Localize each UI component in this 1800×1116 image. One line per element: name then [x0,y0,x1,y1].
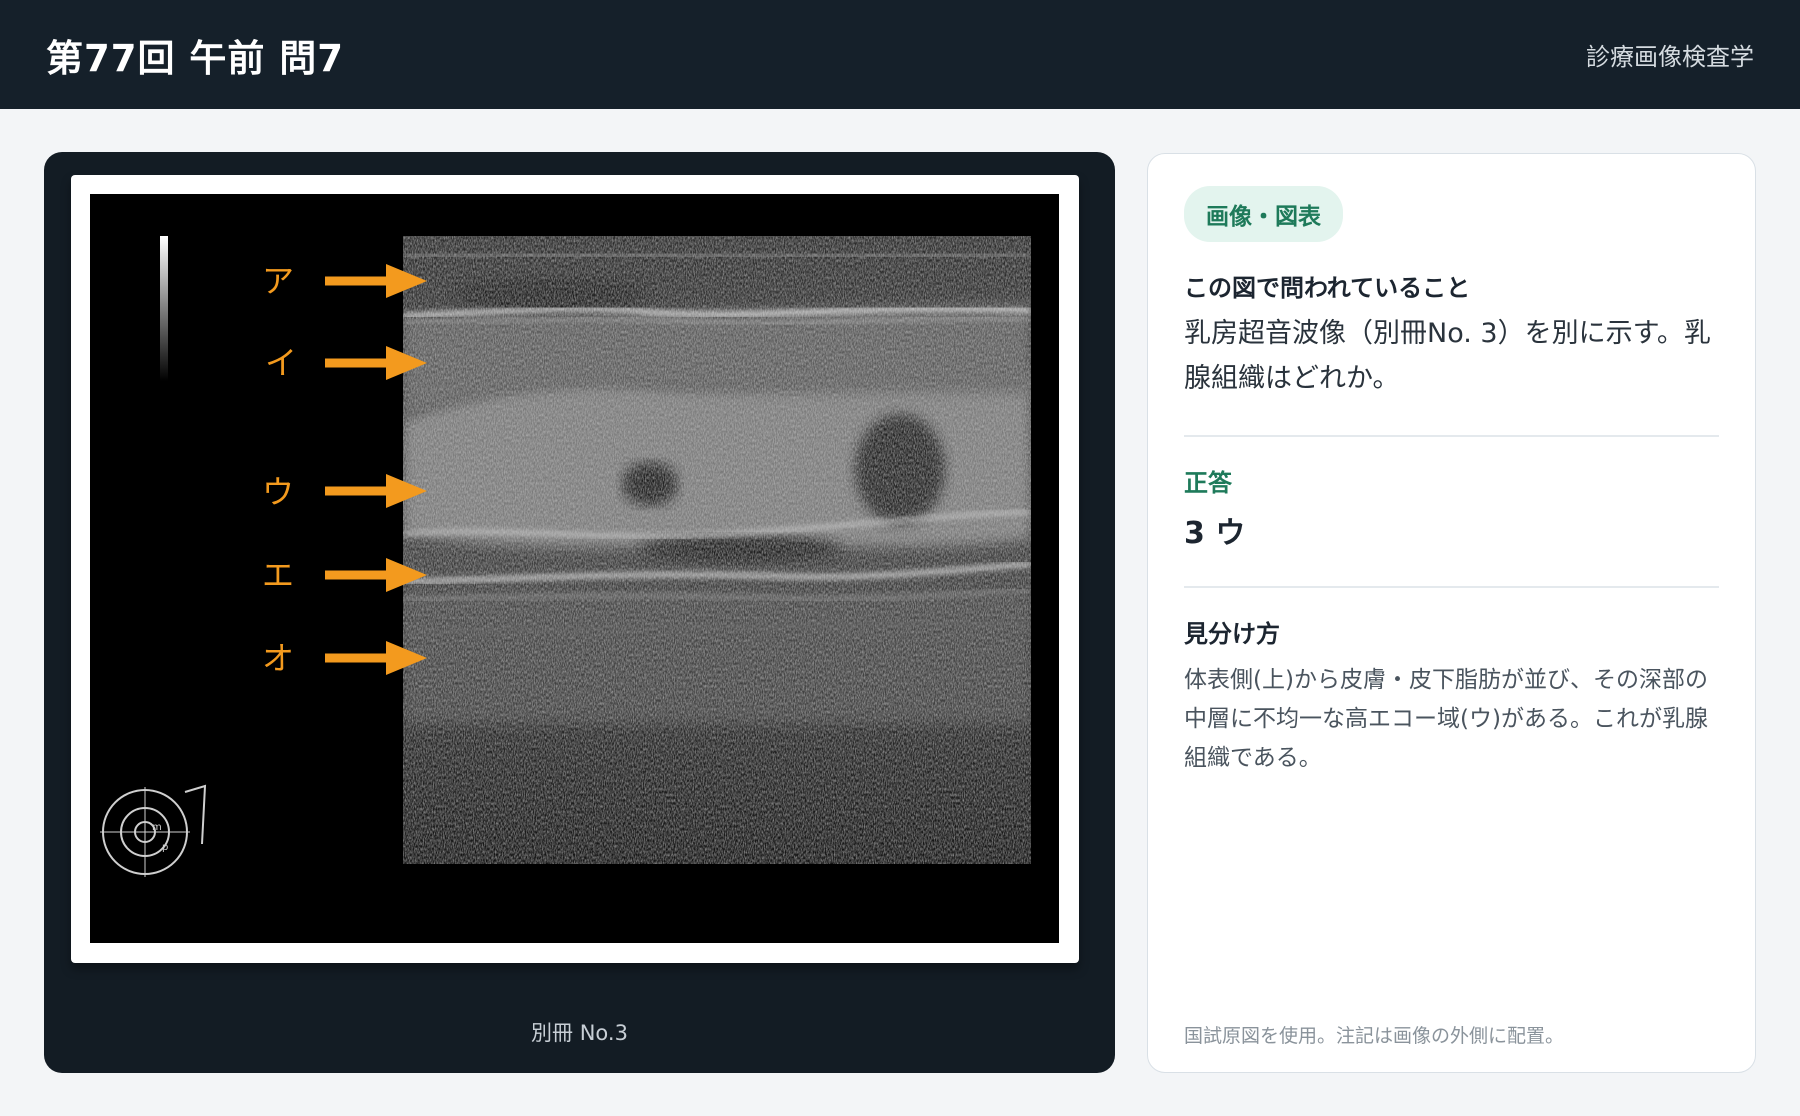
marker-u: ウ [262,473,427,511]
marker-label-e: エ [262,556,294,594]
figure-caption: 別冊 No.3 [531,1021,628,1045]
answer-label: 正答 [1184,469,1232,497]
howto-text: 体表側(上)から皮膚・皮下脂肪が並び、その深部の中層に不均一な高エコー域(ウ)が… [1184,667,1708,771]
category-tag: 画像・図表 [1184,186,1343,242]
ultrasound-image: m p ア イ ウ エ オ [90,194,1059,943]
top-bar: 第77回 午前 問7 診療画像検査学 [0,0,1800,109]
marker-a: ア [262,262,427,300]
question-section: この図で問われていること 乳房超音波像（別冊No. 3）を別に示す。乳腺組織はど… [1184,268,1719,401]
answer-section: 正答 3 ウ [1184,463,1719,552]
footnote: 国試原図を使用。注記は画像の外側に配置。 [1184,1025,1565,1047]
marker-e: エ [262,556,427,594]
page-title: 第77回 午前 問7 [46,36,344,80]
answer-value: 3 ウ [1184,516,1246,551]
ultrasound-svg: m p ア イ ウ エ オ [100,236,1031,877]
marker-label-u: ウ [262,473,294,511]
marker-o: オ [262,639,427,677]
image-panel: m p ア イ ウ エ オ 別冊 No.3 [44,152,1115,1073]
question-text: 乳房超音波像（別冊No. 3）を別に示す。乳腺組織はどれか。 [1184,318,1711,394]
howto-label: 見分け方 [1184,620,1280,648]
svg-text:m: m [152,822,162,833]
divider [1184,435,1719,437]
howto-section: 見分け方 体表側(上)から皮膚・皮下脂肪が並び、その深部の中層に不均一な高エコー… [1184,614,1719,778]
body-marker-icon: m p [100,784,207,877]
marker-i: イ [265,344,427,382]
info-panel: 画像・図表 この図で問われていること 乳房超音波像（別冊No. 3）を別に示す。… [1147,153,1756,1073]
marker-label-a: ア [262,262,294,300]
marker-label-i: イ [265,344,297,382]
figure-frame: m p ア イ ウ エ オ [71,175,1079,963]
question-label: この図で問われていること [1184,274,1471,302]
svg-text:p: p [162,842,168,853]
depth-scale-bar [160,236,168,381]
marker-label-o: オ [262,639,294,677]
subject-label: 診療画像検査学 [1586,43,1754,71]
divider [1184,586,1719,588]
